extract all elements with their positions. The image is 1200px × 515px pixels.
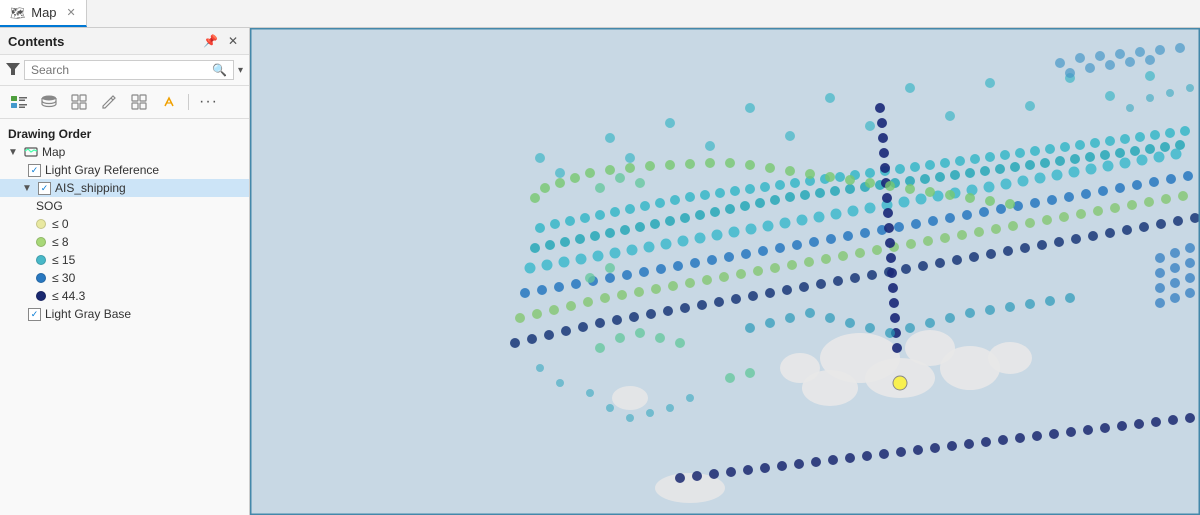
map-group-label: Map (42, 145, 65, 159)
legend-item-3: ≤ 30 (0, 269, 249, 287)
selection-view-button[interactable] (66, 90, 92, 114)
sidebar-controls: 📌 ✕ (200, 33, 241, 49)
search-bar: 🔍 ▾ (0, 55, 249, 86)
more-button[interactable]: ··· (195, 90, 222, 114)
sidebar-header: Contents 📌 ✕ (0, 28, 249, 55)
contents-tree: Drawing Order ▼ Map Light Gray Reference… (0, 119, 249, 515)
legend-item-1: ≤ 8 (0, 233, 249, 251)
main-layout: Contents 📌 ✕ 🔍 ▾ (0, 28, 1200, 515)
light-gray-reference-checkbox[interactable] (28, 164, 41, 177)
legend-item-4: ≤ 44.3 (0, 287, 249, 305)
legend-item-2: ≤ 15 (0, 251, 249, 269)
sidebar-title: Contents (8, 34, 64, 49)
map-tab-label: Map (31, 5, 56, 20)
search-dropdown-arrow[interactable]: ▾ (238, 65, 243, 76)
legend-dot-4 (36, 291, 46, 301)
ais-shipping-item[interactable]: ▼ AIS_shipping (0, 179, 249, 197)
sog-title: SOG (0, 197, 249, 215)
edit-view-button[interactable] (96, 90, 122, 114)
close-sidebar-button[interactable]: ✕ (225, 33, 241, 49)
ais-shipping-checkbox[interactable] (38, 182, 51, 195)
search-input[interactable] (31, 63, 208, 77)
map-tab[interactable]: 🗺 Map ✕ (0, 0, 87, 27)
snapping-button[interactable] (156, 90, 182, 114)
search-input-wrap[interactable]: 🔍 (24, 60, 234, 80)
search-magnifier-icon: 🔍 (212, 63, 227, 77)
app-bar: 🗺 Map ✕ (0, 0, 1200, 28)
ais-shipping-label: AIS_shipping (55, 181, 126, 195)
map-area[interactable] (250, 28, 1200, 515)
legend-dot-1 (36, 237, 46, 247)
light-gray-base-label: Light Gray Base (45, 307, 131, 321)
map-expand-arrow: ▼ (8, 147, 20, 158)
legend-dot-3 (36, 273, 46, 283)
sog-label: SOG (36, 199, 63, 213)
map-tab-close[interactable]: ✕ (67, 6, 76, 19)
legend-item-0: ≤ 0 (0, 215, 249, 233)
legend-label-0: ≤ 0 (52, 217, 69, 231)
ais-shipping-expand-arrow: ▼ (22, 183, 34, 194)
legend-label-3: ≤ 30 (52, 271, 75, 285)
light-gray-reference-item[interactable]: Light Gray Reference (0, 161, 249, 179)
toolbar-separator (188, 94, 189, 110)
drawing-order-label: Drawing Order (0, 123, 249, 143)
list-view-button[interactable] (6, 90, 32, 114)
db-view-button[interactable] (36, 90, 62, 114)
legend-label-2: ≤ 15 (52, 253, 75, 267)
legend-label-1: ≤ 8 (52, 235, 69, 249)
map-tab-icon: 🗺 (10, 6, 25, 20)
map-group-item[interactable]: ▼ Map (0, 143, 249, 161)
light-gray-base-item[interactable]: Light Gray Base (0, 305, 249, 323)
pin-button[interactable]: 📌 (200, 33, 221, 49)
legend-dot-0 (36, 219, 46, 229)
sidebar: Contents 📌 ✕ 🔍 ▾ (0, 28, 250, 515)
legend-dot-2 (36, 255, 46, 265)
map-group-icon (24, 145, 38, 159)
grid-view-button[interactable] (126, 90, 152, 114)
light-gray-reference-label: Light Gray Reference (45, 163, 159, 177)
light-gray-base-checkbox[interactable] (28, 308, 41, 321)
legend-label-4: ≤ 44.3 (52, 289, 85, 303)
filter-icon (6, 62, 20, 79)
toolbar-row: ··· (0, 86, 249, 119)
map-canvas (250, 28, 1200, 515)
